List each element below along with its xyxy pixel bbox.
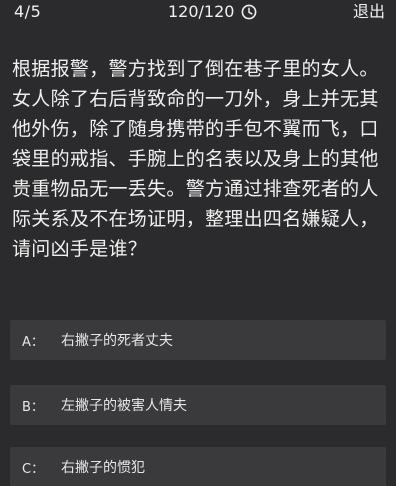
quiz-screen: 4/5 120/120 退出 根据报警，警方找到了倒在巷子里的女人。女人除了右后… — [0, 0, 396, 486]
question-text: 根据报警，警方找到了倒在巷子里的女人。女人除了右后背致命的一刀外，身上并无其他外… — [12, 58, 379, 260]
option-c-button[interactable]: C： 右撇子的惯犯 — [10, 447, 386, 486]
option-a-button[interactable]: A： 右撇子的死者丈夫 — [10, 320, 386, 360]
option-label: 右撇子的死者丈夫 — [61, 333, 173, 349]
option-b-button[interactable]: B： 左撇子的被害人情夫 — [10, 385, 386, 425]
option-label: 右撇子的惯犯 — [61, 460, 145, 476]
option-label: 左撇子的被害人情夫 — [61, 398, 187, 414]
clock-icon — [241, 4, 257, 20]
question-progress: 4/5 — [14, 2, 42, 21]
option-letter: B： — [22, 399, 44, 415]
exit-button[interactable]: 退出 — [353, 1, 385, 23]
countdown-timer: 120/120 — [168, 1, 257, 23]
top-bar: 4/5 120/120 退出 — [0, 0, 396, 26]
option-letter: C： — [22, 461, 45, 477]
timer-text: 120/120 — [168, 2, 235, 21]
option-letter: A： — [22, 334, 44, 350]
